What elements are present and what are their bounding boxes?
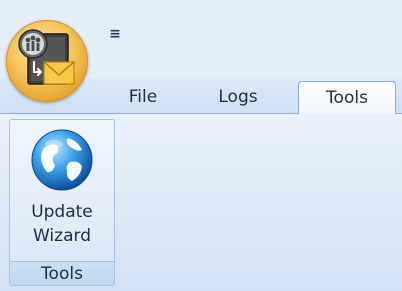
update-wizard-label-line1: Update bbox=[31, 202, 93, 222]
customize-quick-access-toolbar-icon[interactable]: ≡ bbox=[108, 24, 122, 44]
tab-logs[interactable]: Logs bbox=[208, 80, 268, 113]
update-wizard-button[interactable]: Update Wizard bbox=[13, 124, 111, 259]
update-wizard-label-line2: Wizard bbox=[33, 226, 91, 246]
globe-icon bbox=[31, 129, 93, 191]
ribbon-group-label: Tools bbox=[10, 261, 114, 285]
app-logo-icon bbox=[18, 29, 75, 85]
tab-tools[interactable]: Tools bbox=[298, 81, 396, 114]
app-menu-button[interactable] bbox=[6, 20, 88, 102]
tab-file[interactable]: File bbox=[117, 80, 169, 113]
update-wizard-label: Update Wizard bbox=[31, 200, 93, 248]
